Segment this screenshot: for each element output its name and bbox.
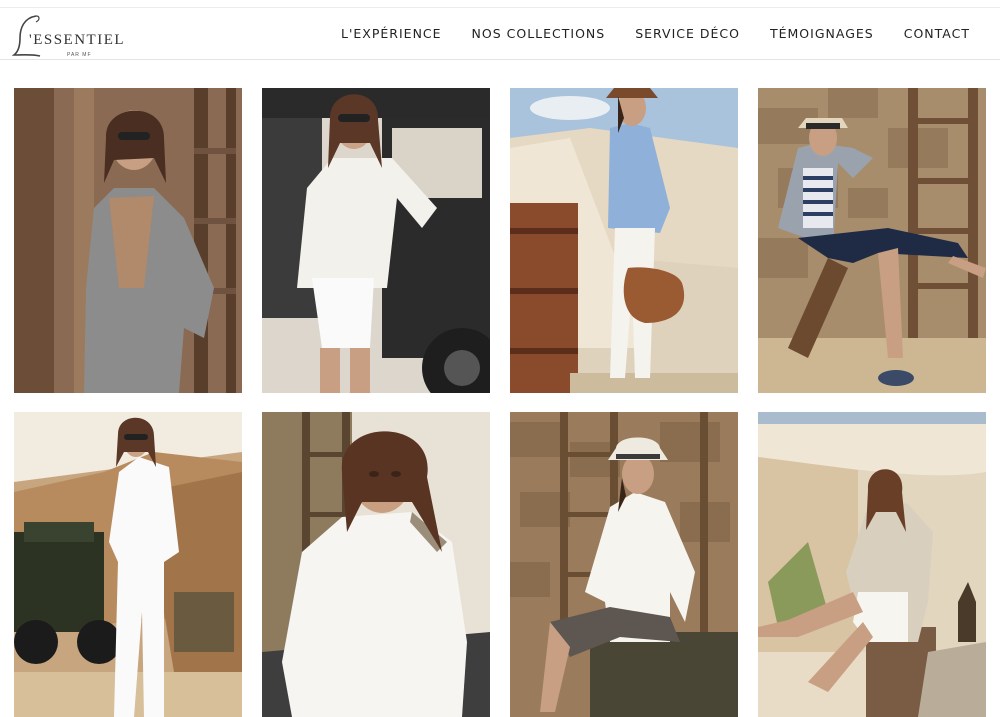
photo-illustration (758, 412, 986, 717)
photo-illustration (14, 88, 242, 393)
gallery-photo[interactable] (262, 412, 490, 717)
gallery-photo[interactable] (510, 412, 738, 717)
photo-gallery (14, 88, 986, 717)
photo-illustration (758, 88, 986, 393)
nav-item-testimonials[interactable]: TÉMOIGNAGES (770, 26, 874, 41)
gallery-photo[interactable] (14, 88, 242, 393)
gallery-photo[interactable] (262, 88, 490, 393)
photo-illustration (510, 412, 738, 717)
nav-item-collections[interactable]: NOS COLLECTIONS (472, 26, 606, 41)
gallery-photo[interactable] (758, 88, 986, 393)
site-header: 'ESSENTIEL PAR MF L'EXPÉRIENCE NOS COLLE… (0, 8, 1000, 60)
nav-item-experience[interactable]: L'EXPÉRIENCE (341, 26, 442, 41)
logo-wordmark: 'ESSENTIEL (29, 32, 126, 48)
main-nav: L'EXPÉRIENCE NOS COLLECTIONS SERVICE DÉC… (311, 26, 970, 41)
photo-illustration (14, 412, 242, 717)
logo[interactable]: 'ESSENTIEL PAR MF (12, 12, 137, 58)
photo-illustration (262, 412, 490, 717)
nav-item-contact[interactable]: CONTACT (904, 26, 970, 41)
photo-illustration (262, 88, 490, 393)
gallery-photo[interactable] (758, 412, 986, 717)
top-strip (0, 0, 1000, 8)
gallery-photo[interactable] (14, 412, 242, 717)
logo-tagline: PAR MF (67, 52, 92, 58)
gallery-photo[interactable] (510, 88, 738, 393)
photo-illustration (510, 88, 738, 393)
nav-item-service-deco[interactable]: SERVICE DÉCO (635, 26, 740, 41)
